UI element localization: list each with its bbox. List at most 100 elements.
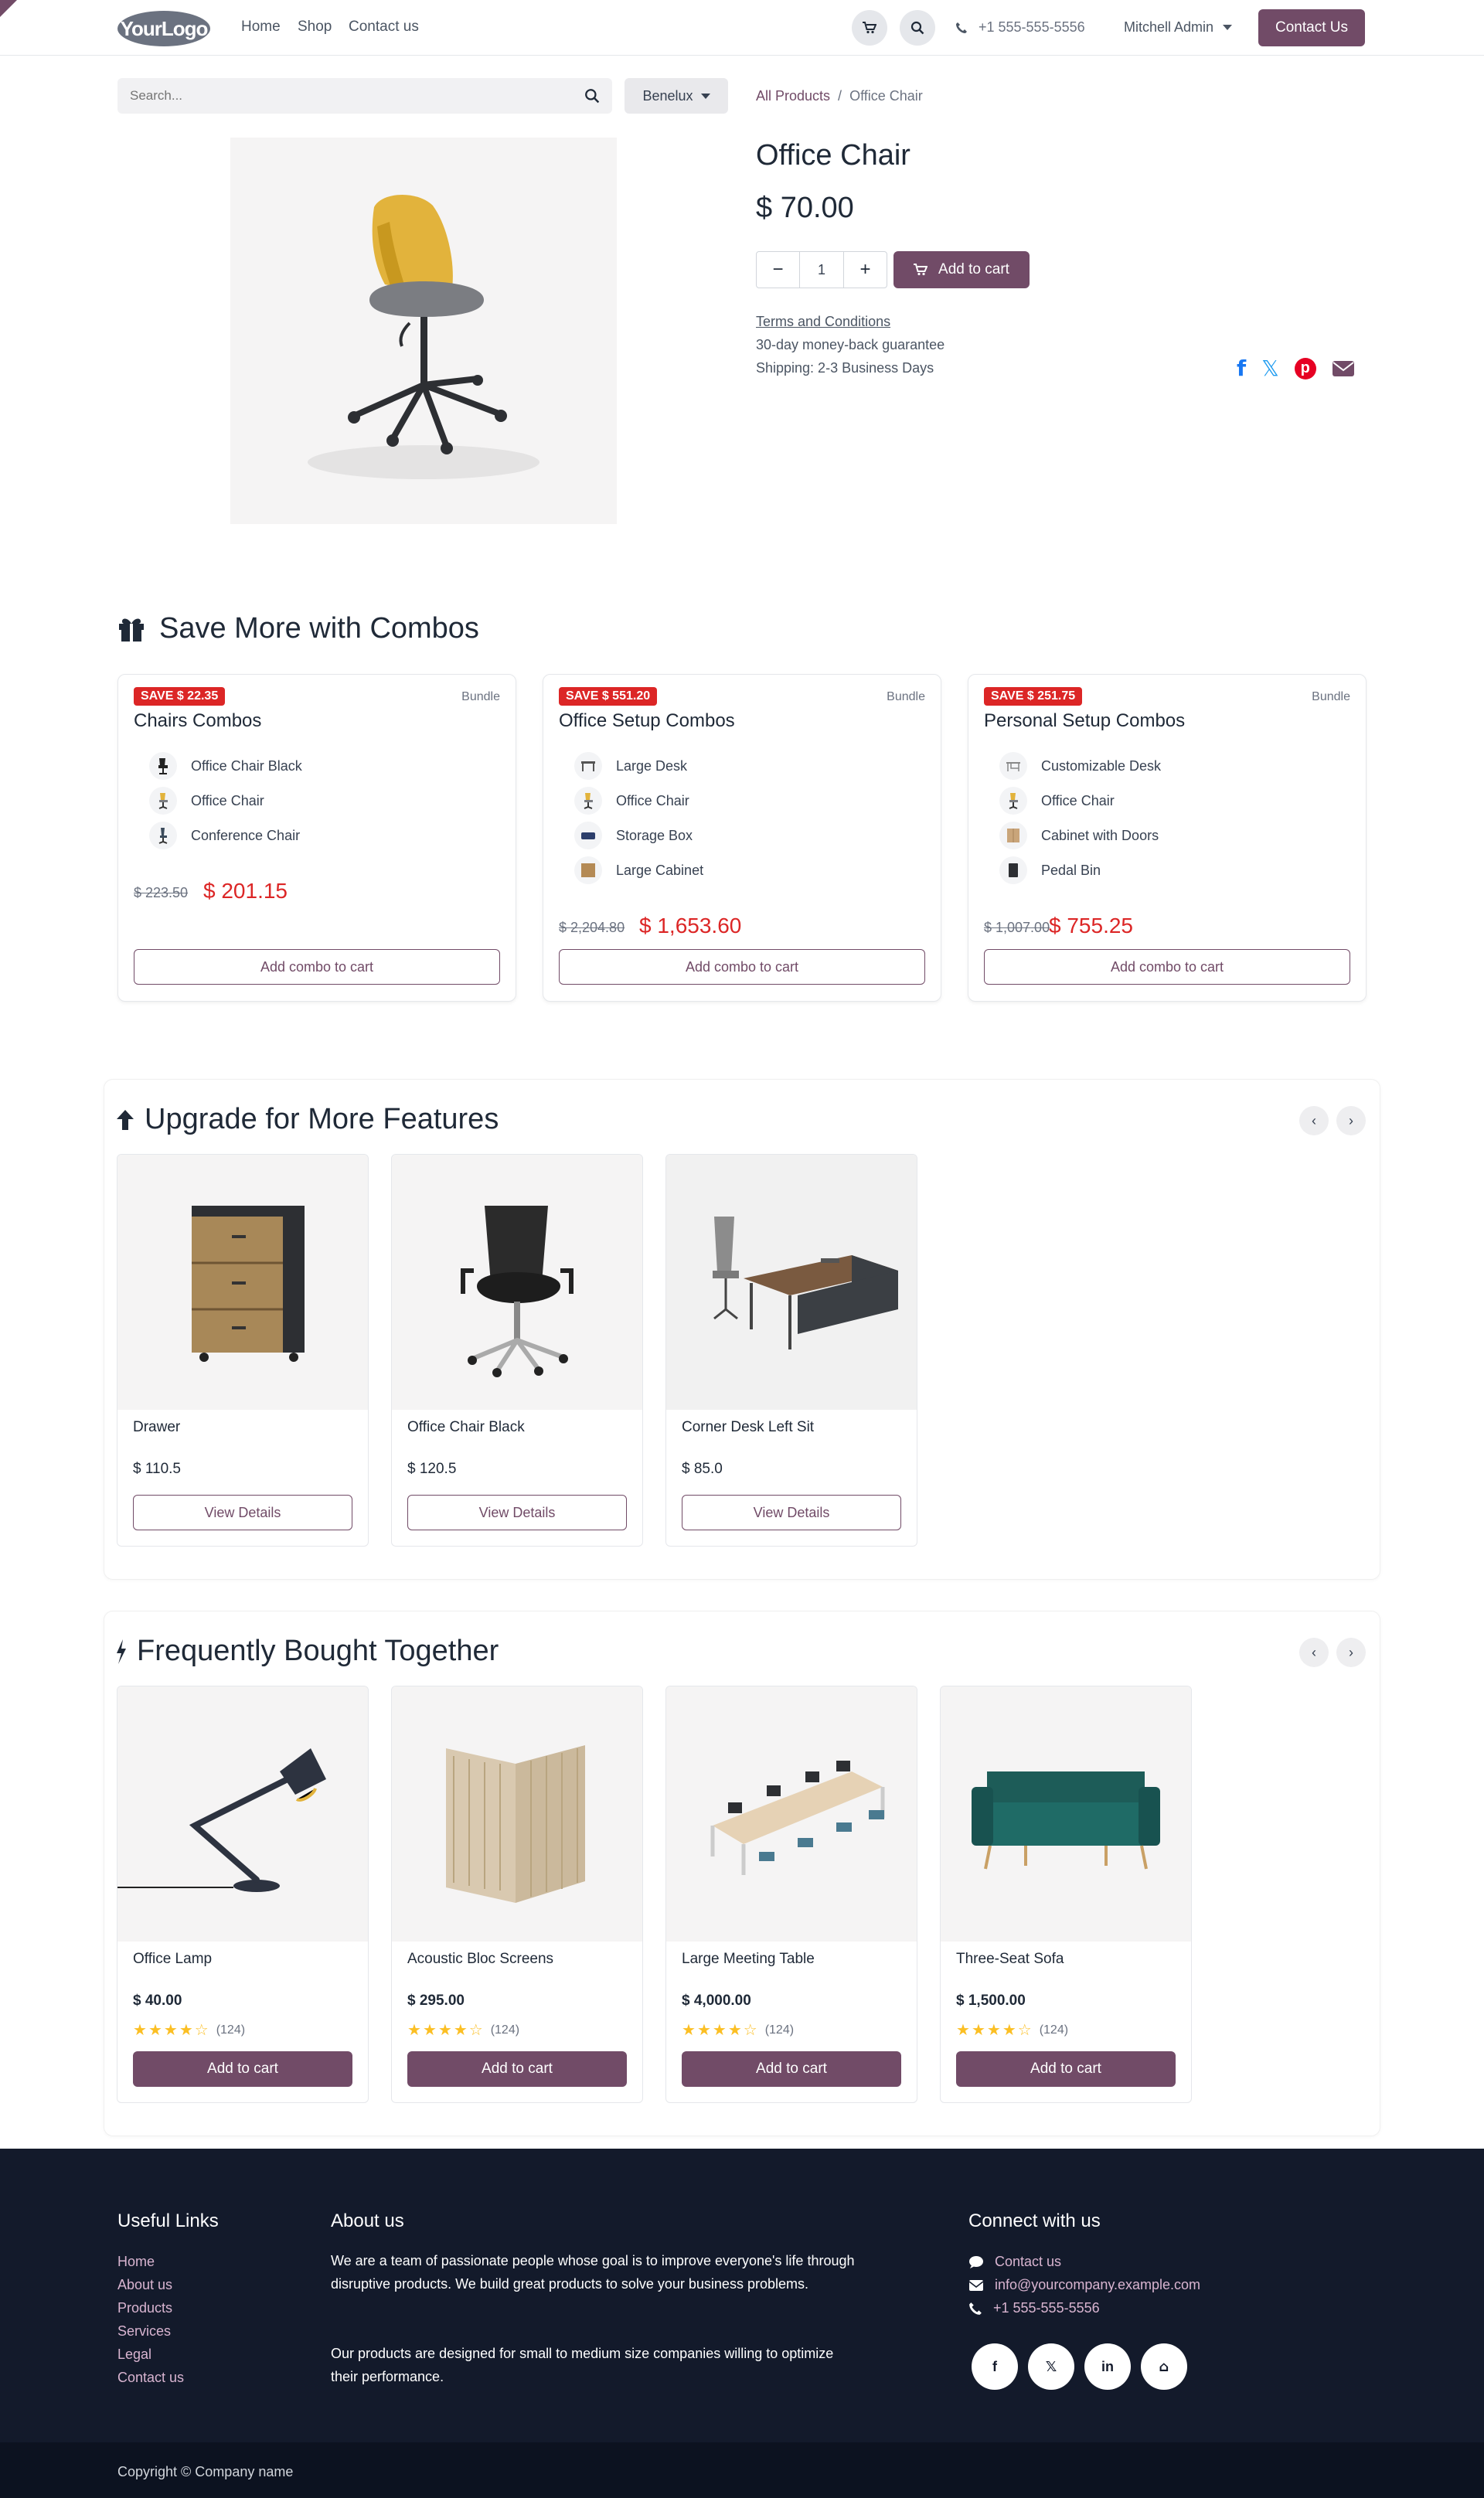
product-card[interactable]: Corner Desk Left Sit $ 85.0 View Details: [665, 1154, 917, 1547]
add-to-cart-label: Add to cart: [938, 261, 1009, 277]
customizable-desk-thumbnail: [999, 752, 1027, 780]
view-details-button[interactable]: View Details: [133, 1495, 352, 1530]
slider-next-button[interactable]: ›: [1336, 1106, 1366, 1135]
product-card[interactable]: Office Lamp $ 40.00 ★ ★ ★ ★ ☆ (124) Add to ca…: [117, 1686, 369, 2103]
chevron-down-icon: [1223, 25, 1233, 30]
product-image[interactable]: [230, 138, 617, 524]
increase-quantity-button[interactable]: +: [843, 252, 887, 288]
user-menu[interactable]: Mitchell Admin: [1124, 19, 1233, 36]
combo-item[interactable]: Office Chair: [574, 787, 689, 815]
search-toggle-button[interactable]: [900, 10, 935, 46]
connect-title: Connect with us: [968, 2210, 1101, 2231]
combo-item[interactable]: Office Chair: [149, 787, 264, 815]
x-icon[interactable]: 𝕏: [1261, 356, 1279, 381]
large-desk-thumbnail: [574, 752, 602, 780]
rating-stars: ★ ★ ★ ★ ☆ (124): [133, 2020, 245, 2040]
contact-us-button[interactable]: Contact Us: [1258, 9, 1365, 46]
star-icon: ★: [453, 2022, 468, 2039]
footer-link-products[interactable]: Products: [117, 2300, 172, 2316]
star-icon: ★: [437, 2022, 452, 2039]
add-combo-to-cart-button[interactable]: Add combo to cart: [134, 949, 500, 985]
facebook-icon[interactable]: f: [1237, 356, 1246, 381]
breadcrumb-all-products[interactable]: All Products: [756, 88, 830, 104]
product-card[interactable]: Acoustic Bloc Screens $ 295.00 ★ ★ ★ ★ ☆ (124…: [391, 1686, 643, 2103]
cart-button[interactable]: [852, 10, 887, 46]
view-details-button[interactable]: View Details: [682, 1495, 901, 1530]
view-details-button[interactable]: View Details: [407, 1495, 627, 1530]
x-icon[interactable]: 𝕏: [1028, 2343, 1074, 2390]
combo-item[interactable]: Conference Chair: [149, 822, 300, 849]
facebook-icon[interactable]: f: [972, 2343, 1018, 2390]
star-icon: ★: [179, 2022, 193, 2039]
footer-link-about-us[interactable]: About us: [117, 2277, 172, 2293]
combo-item[interactable]: Pedal Bin: [999, 856, 1101, 884]
combo-item[interactable]: Large Desk: [574, 752, 687, 780]
site-logo[interactable]: YourLogo: [117, 11, 210, 46]
product-name: Office Chair Black: [407, 1419, 525, 1435]
add-to-cart-button[interactable]: Add to cart: [956, 2051, 1176, 2087]
search-icon[interactable]: [584, 88, 600, 104]
add-combo-to-cart-button[interactable]: Add combo to cart: [559, 949, 925, 985]
add-to-cart-button[interactable]: Add to cart: [407, 2051, 627, 2087]
minus-icon: −: [772, 259, 784, 280]
bundle-tag: Bundle: [1312, 690, 1350, 703]
terms-link[interactable]: Terms and Conditions: [756, 314, 890, 330]
footer-link-services[interactable]: Services: [117, 2323, 171, 2340]
add-to-cart-button[interactable]: Add to cart: [133, 2051, 352, 2087]
combo-item[interactable]: Office Chair: [999, 787, 1115, 815]
office-chair-image: [308, 194, 539, 479]
nav-home[interactable]: Home: [241, 19, 281, 36]
combo-item[interactable]: Office Chair Black: [149, 752, 302, 780]
save-badge: SAVE $ 251.75: [984, 687, 1083, 706]
product-card[interactable]: Large Meeting Table $ 4,000.00 ★ ★ ★ ★ ☆ (124…: [665, 1686, 917, 2103]
combo-item[interactable]: Storage Box: [574, 822, 693, 849]
add-to-cart-button[interactable]: Add to cart: [893, 251, 1030, 288]
email-icon[interactable]: [1332, 359, 1355, 378]
product-card[interactable]: Three-Seat Sofa $ 1,500.00 ★ ★ ★ ★ ☆ (124) Ad…: [940, 1686, 1192, 2103]
user-name: Mitchell Admin: [1124, 19, 1214, 35]
office-chair-thumbnail: [574, 787, 602, 815]
combo-item[interactable]: Cabinet with Doors: [999, 822, 1159, 849]
header-phone[interactable]: +1 555-555-5556: [955, 19, 1085, 36]
combo-name: Office Setup Combos: [559, 710, 735, 731]
corner-desk-image: [666, 1155, 917, 1410]
cabinet-with-doors-thumbnail: [999, 822, 1027, 849]
pricelist-dropdown[interactable]: Benelux: [625, 78, 728, 114]
three-seat-sofa-image: [941, 1686, 1191, 1942]
nav-shop[interactable]: Shop: [298, 19, 332, 36]
slider-prev-button[interactable]: ‹: [1299, 1638, 1329, 1667]
connect-email[interactable]: info@yourcompany.example.com: [968, 2277, 1200, 2293]
home-icon[interactable]: ⌂: [1141, 2343, 1187, 2390]
search-input[interactable]: [117, 78, 550, 114]
decrease-quantity-button[interactable]: −: [757, 252, 800, 288]
fbt-title: Frequently Bought Together: [137, 1635, 499, 1667]
combo-item[interactable]: Customizable Desk: [999, 752, 1161, 780]
product-card[interactable]: Drawer $ 110.5 View Details: [117, 1154, 369, 1547]
star-icon: ★: [422, 2022, 437, 2039]
slider-next-button[interactable]: ›: [1336, 1638, 1366, 1667]
linkedin-icon[interactable]: in: [1084, 2343, 1131, 2390]
nav-contact-us[interactable]: Contact us: [349, 19, 419, 36]
pinterest-icon[interactable]: p: [1294, 357, 1316, 379]
quantity-input[interactable]: 1: [800, 252, 843, 288]
footer-link-legal[interactable]: Legal: [117, 2347, 151, 2363]
star-icon: ★: [986, 2022, 1001, 2039]
footer-link-home[interactable]: Home: [117, 2254, 155, 2270]
edit-corner-marker[interactable]: [0, 0, 17, 17]
combo-card: SAVE $ 251.75 Bundle Personal Setup Comb…: [968, 674, 1367, 1002]
star-empty-icon: ☆: [743, 2022, 757, 2039]
combo-item[interactable]: Large Cabinet: [574, 856, 703, 884]
product-card[interactable]: Office Chair Black $ 120.5 View Details: [391, 1154, 643, 1547]
frequently-bought-section: Frequently Bought Together ‹ › Office La…: [104, 1611, 1380, 2136]
pedal-bin-thumbnail: [999, 856, 1027, 884]
chevron-right-icon: ›: [1349, 1112, 1353, 1128]
add-to-cart-button[interactable]: Add to cart: [682, 2051, 901, 2087]
slider-prev-button[interactable]: ‹: [1299, 1106, 1329, 1135]
connect-phone[interactable]: +1 555-555-5556: [968, 2300, 1100, 2316]
original-price: $ 2,204.80: [559, 920, 625, 935]
chevron-left-icon: ‹: [1312, 1112, 1316, 1128]
product-price: $ 4,000.00: [682, 1993, 751, 2009]
connect-contact[interactable]: Contact us: [968, 2254, 1061, 2270]
footer-link-contact-us[interactable]: Contact us: [117, 2370, 184, 2386]
add-combo-to-cart-button[interactable]: Add combo to cart: [984, 949, 1350, 985]
